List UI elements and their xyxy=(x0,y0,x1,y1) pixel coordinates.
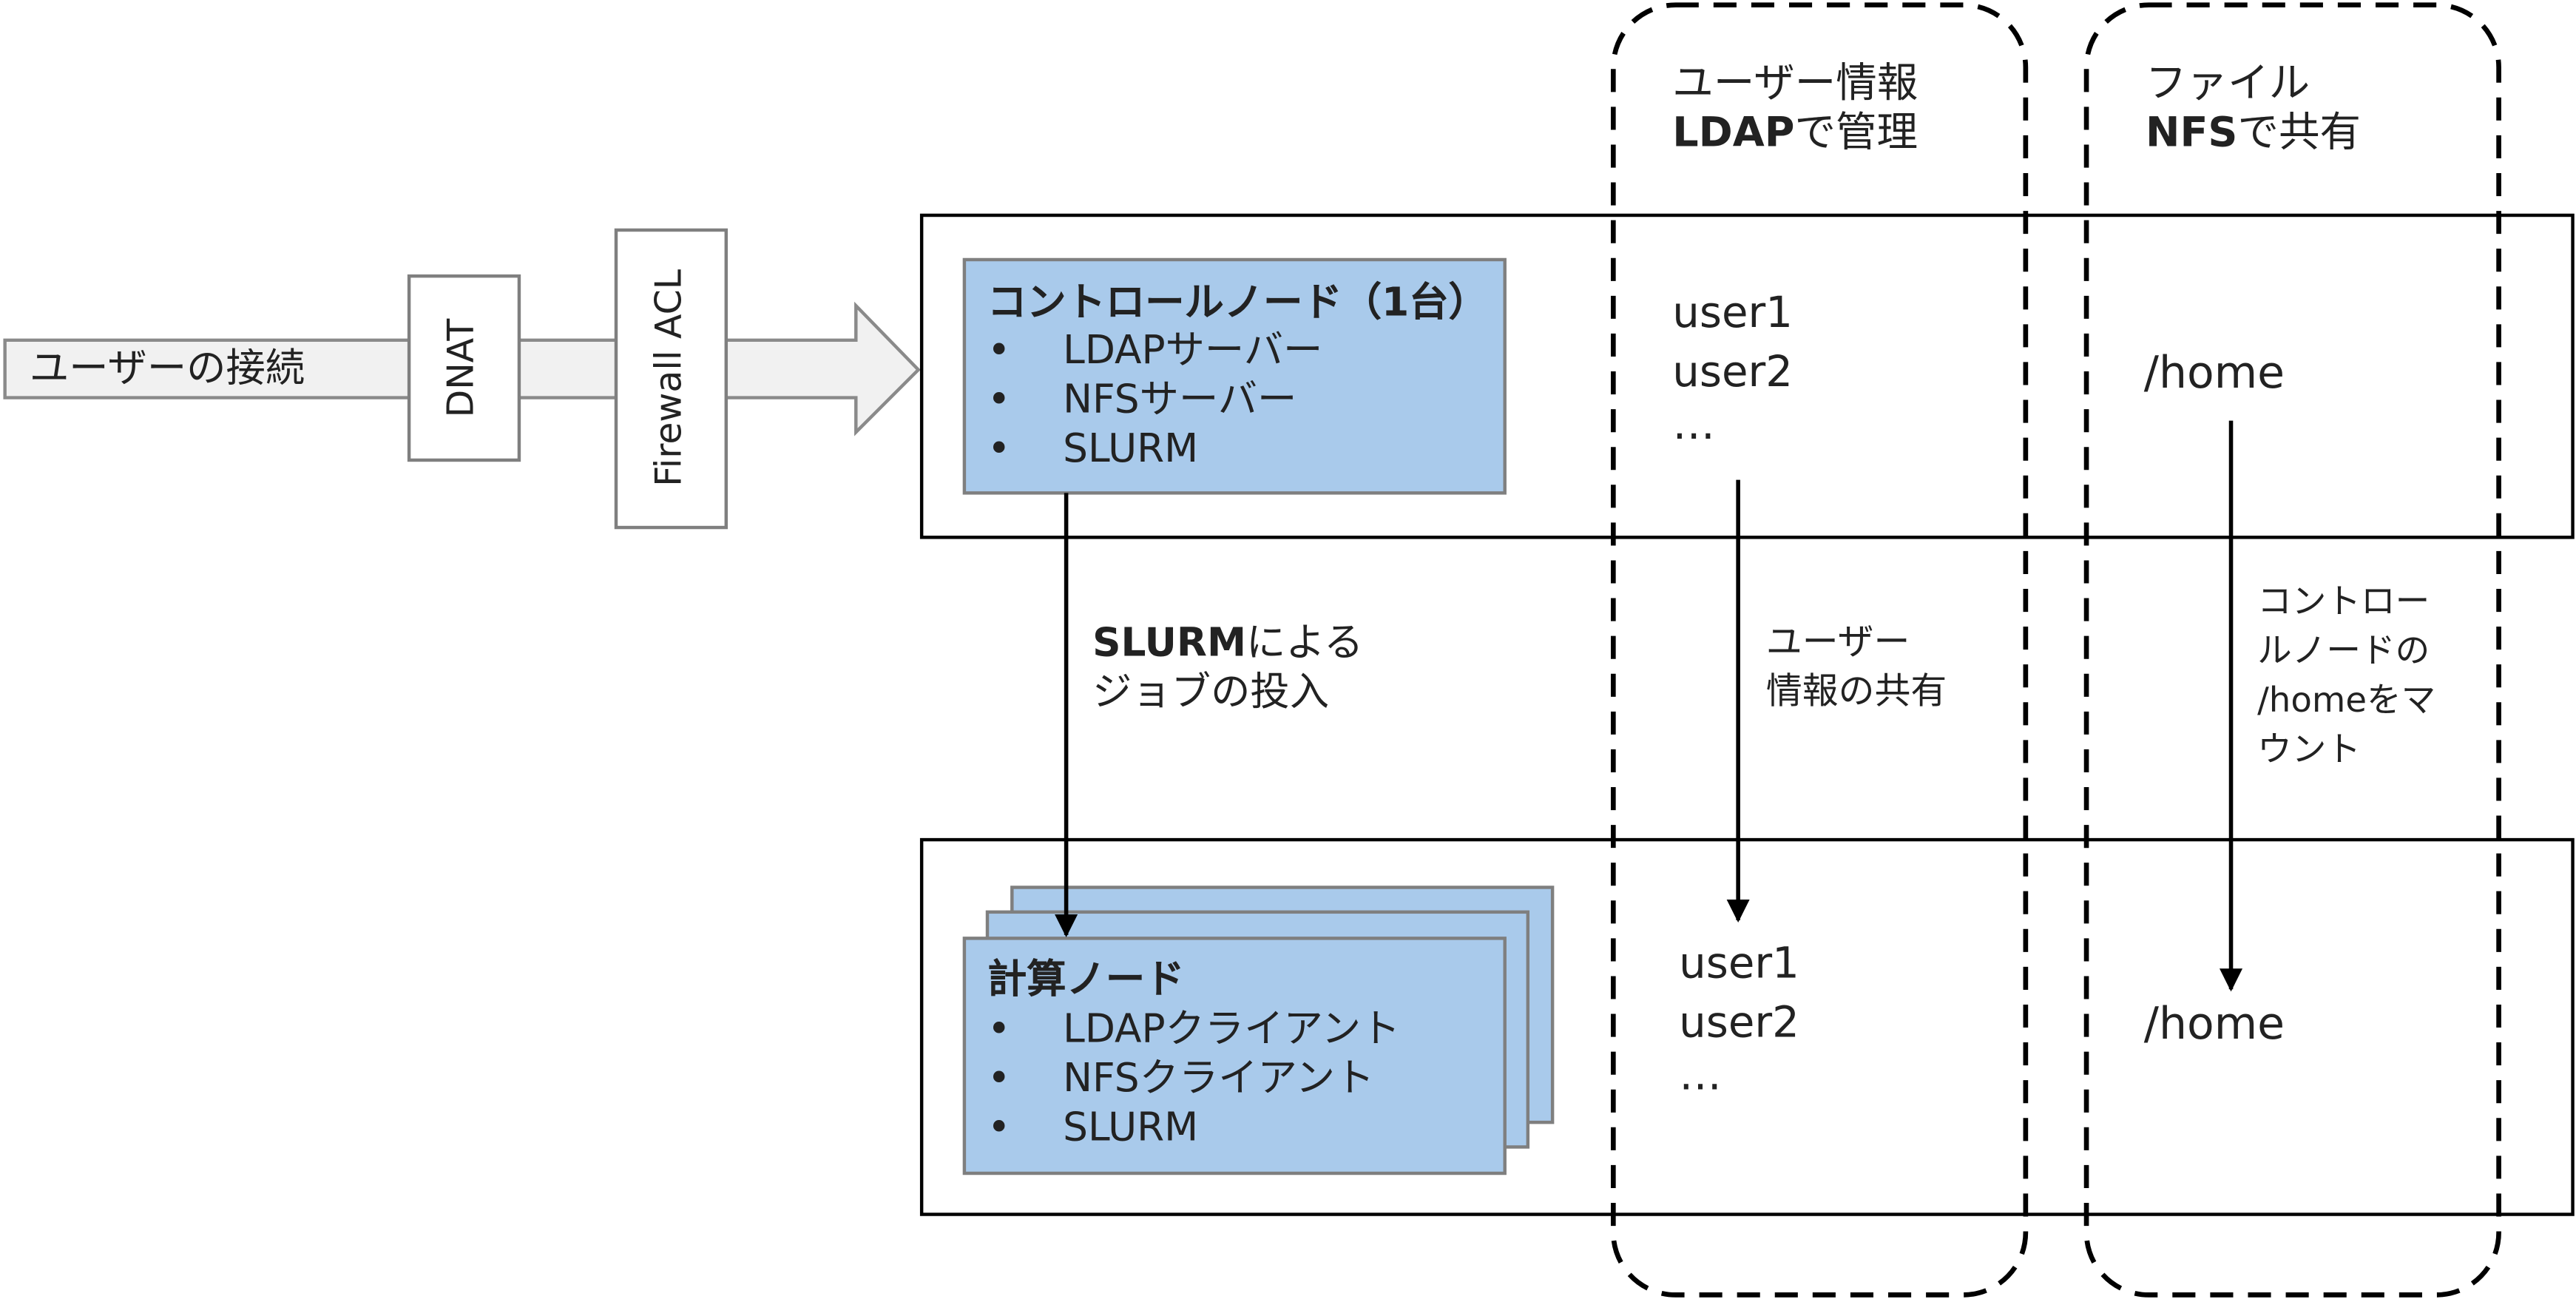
control-user2: user2 xyxy=(1672,348,1794,398)
user-info-header-line1: ユーザー情報 xyxy=(1672,58,1919,107)
compute-node-title: 計算ノード xyxy=(987,956,1185,1002)
control-node-title: コントロールノード（1台） xyxy=(987,279,1488,326)
firewall-label: Firewall ACL xyxy=(649,269,692,487)
files-header-line2: NFSで共有 xyxy=(2146,108,2362,157)
compute-user-ellipsis: … xyxy=(1679,1051,1722,1102)
user-info-header-line2: LDAPで管理 xyxy=(1672,108,1919,157)
diagram-canvas: ユーザーの接続 DNAT Firewall ACL ユーザー情報 LDAPで管理… xyxy=(0,0,2576,1301)
control-user1: user1 xyxy=(1672,289,1794,339)
slurm-label-line2: ジョブの投入 xyxy=(1092,669,1330,715)
mount-label-line3: /homeをマ xyxy=(2257,680,2436,720)
user-connection-label: ユーザーの接続 xyxy=(29,345,305,391)
control-user-ellipsis: … xyxy=(1672,400,1716,451)
slurm-label-line1: SLURMによる xyxy=(1092,619,1364,666)
mount-label-line2: ルノードの xyxy=(2257,630,2430,671)
compute-user1: user1 xyxy=(1679,940,1799,990)
user-share-label-line1: ユーザー xyxy=(1765,622,1910,664)
compute-home: /home xyxy=(2143,999,2285,1050)
files-header-line1: ファイル xyxy=(2146,58,2310,107)
control-home: /home xyxy=(2143,348,2285,399)
mount-label-line1: コントロー xyxy=(2257,581,2430,621)
compute-user2: user2 xyxy=(1679,999,1799,1049)
dnat-label: DNAT xyxy=(442,318,484,418)
user-share-label-line2: 情報の共有 xyxy=(1765,672,1947,714)
mount-label-line4: ウント xyxy=(2257,729,2362,769)
